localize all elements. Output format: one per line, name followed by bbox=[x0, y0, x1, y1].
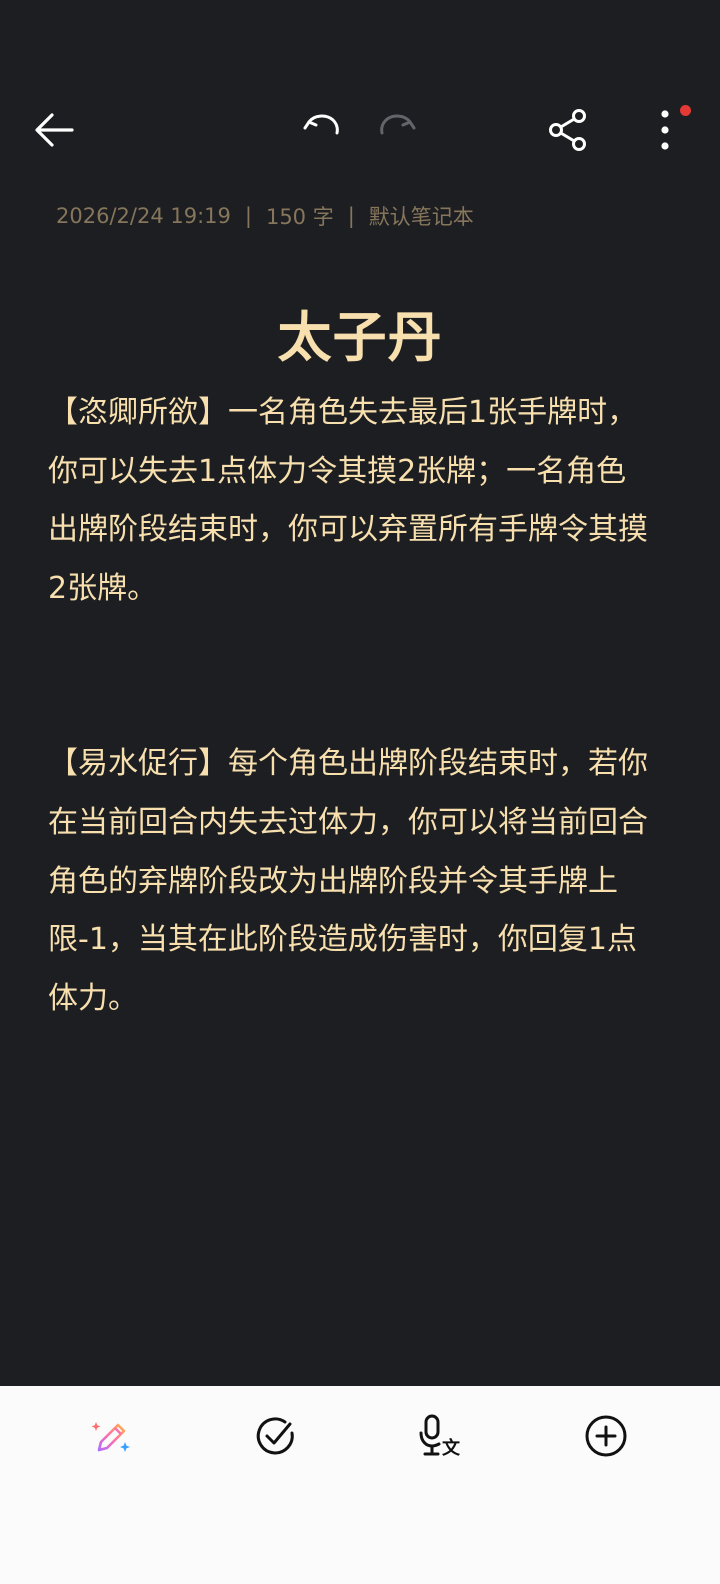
note-meta: 2026/2/24 19:19 | 150 字 | 默认笔记本 bbox=[56, 200, 474, 232]
ai-writing-button[interactable] bbox=[83, 1408, 139, 1464]
note-paragraph[interactable]: 【恣卿所欲】一名角色失去最后1张手牌时，你可以失去1点体力令其摸2张牌；一名角色… bbox=[48, 384, 656, 618]
voice-to-text-icon: 文 bbox=[419, 1414, 461, 1458]
back-button[interactable] bbox=[24, 100, 84, 160]
note-datetime: 2026/2/24 19:19 bbox=[56, 204, 231, 228]
voice-to-text-button[interactable]: 文 bbox=[413, 1408, 469, 1464]
notification-dot bbox=[680, 105, 691, 116]
notebook-name[interactable]: 默认笔记本 bbox=[369, 201, 474, 231]
checklist-icon bbox=[256, 1417, 294, 1455]
meta-separator: | bbox=[244, 204, 252, 228]
share-icon bbox=[549, 109, 586, 151]
note-body[interactable]: 【恣卿所欲】一名角色失去最后1张手牌时，你可以失去1点体力令其摸2张牌；一名角色… bbox=[48, 384, 656, 1028]
undo-icon bbox=[303, 114, 339, 135]
note-title[interactable]: 太子丹 bbox=[0, 300, 720, 376]
add-button[interactable] bbox=[578, 1408, 634, 1464]
top-toolbar bbox=[0, 90, 720, 170]
note-editor: 2026/2/24 19:19 | 150 字 | 默认笔记本 太子丹 【恣卿所… bbox=[0, 0, 720, 1584]
checklist-button[interactable] bbox=[248, 1408, 304, 1464]
word-count: 150 字 bbox=[265, 205, 334, 229]
meta-separator: | bbox=[347, 204, 355, 228]
bottom-toolbar: 文 bbox=[0, 1386, 720, 1584]
share-button[interactable] bbox=[538, 100, 598, 160]
ai-pen-icon bbox=[91, 1422, 130, 1452]
undo-button[interactable] bbox=[292, 98, 352, 158]
note-paragraph[interactable]: 【易水促行】每个角色出牌阶段结束时，若你在当前回合内失去过体力，你可以将当前回合… bbox=[48, 735, 656, 1028]
redo-button[interactable] bbox=[367, 98, 427, 158]
add-circle-icon bbox=[585, 1415, 627, 1457]
svg-text:文: 文 bbox=[442, 1437, 461, 1458]
redo-icon bbox=[380, 114, 416, 135]
back-arrow-icon bbox=[35, 113, 74, 147]
